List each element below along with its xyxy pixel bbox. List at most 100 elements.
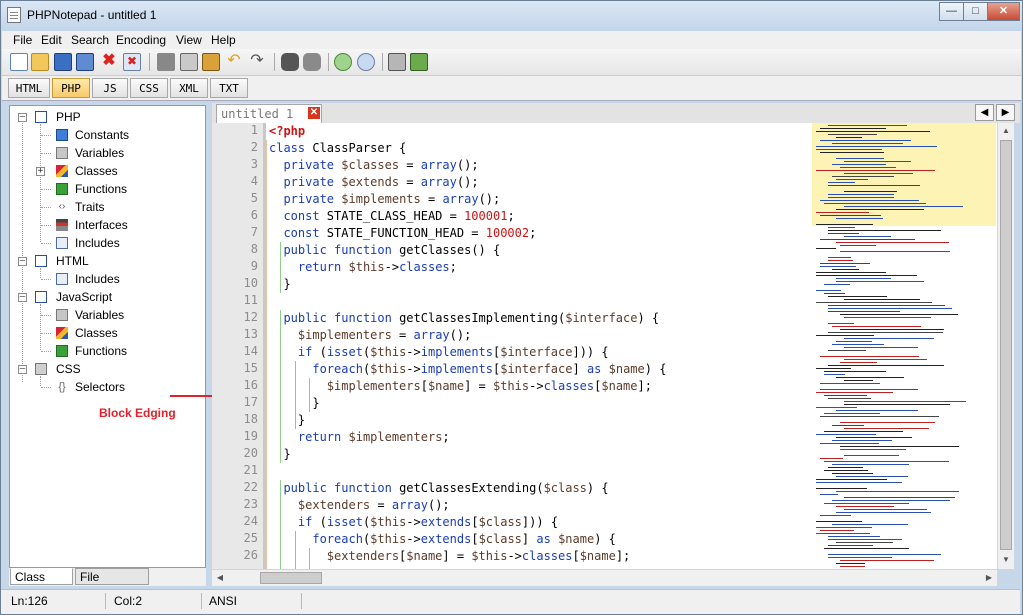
- tree-node-php[interactable]: – PHP: [10, 108, 200, 126]
- print-icon[interactable]: [388, 53, 406, 71]
- minimap-viewport[interactable]: [812, 123, 996, 226]
- line-number: 16: [243, 378, 258, 392]
- status-encoding: ANSI: [209, 594, 238, 608]
- tab-xml[interactable]: XML: [170, 78, 208, 98]
- minimap-line: [836, 281, 924, 282]
- scroll-down-icon[interactable]: ▼: [998, 552, 1014, 568]
- minimap-line: [832, 473, 873, 474]
- minimap-line: [844, 173, 913, 174]
- vertical-scrollbar[interactable]: ▲ ▼: [997, 123, 1014, 569]
- minimap-line: [832, 425, 864, 426]
- exit-icon[interactable]: [410, 53, 428, 71]
- vertical-scroll-thumb[interactable]: [1000, 140, 1012, 550]
- minimize-button[interactable]: —: [939, 2, 964, 21]
- code-minimap[interactable]: [812, 123, 996, 569]
- tab-txt[interactable]: TXT: [210, 78, 248, 98]
- close-all-icon[interactable]: ✖: [123, 53, 141, 71]
- minimap-line: [828, 545, 873, 546]
- minimap-line: [828, 230, 941, 231]
- minimap-line: [828, 194, 894, 195]
- line-number: 19: [243, 429, 258, 443]
- minimap-line: [844, 347, 918, 348]
- minimap-line: [820, 128, 886, 129]
- grey-cube-icon: [56, 147, 68, 159]
- tree-node-css[interactable]: – CSS: [10, 360, 200, 378]
- document-tab[interactable]: untitled 1 ✕: [216, 104, 322, 123]
- zoom-out-icon[interactable]: [357, 53, 375, 71]
- code-line: <?php: [269, 124, 306, 138]
- tree-node-interfaces[interactable]: Interfaces: [10, 216, 200, 234]
- collapse-icon[interactable]: –: [18, 113, 27, 122]
- tree-node-html-includes[interactable]: Includes: [10, 270, 200, 288]
- minimap-line: [832, 164, 886, 165]
- close-icon[interactable]: ✖: [100, 53, 118, 71]
- menu-encoding[interactable]: Encoding: [116, 33, 166, 47]
- collapse-icon[interactable]: –: [18, 257, 27, 266]
- horizontal-scrollbar[interactable]: ◀ ▶: [212, 569, 997, 586]
- close-tab-icon[interactable]: ✕: [308, 107, 320, 119]
- new-file-icon[interactable]: [10, 53, 28, 71]
- tree-node-functions[interactable]: Functions: [10, 180, 200, 198]
- find-icon[interactable]: [281, 53, 299, 71]
- cut-icon[interactable]: [157, 53, 175, 71]
- save-icon[interactable]: [54, 53, 72, 71]
- class-view-tree: – PHP Constants Variables + Classes Func…: [9, 105, 206, 568]
- tab-class-view[interactable]: Class View: [10, 568, 73, 601]
- tab-php[interactable]: PHP: [52, 78, 90, 98]
- tab-html[interactable]: HTML: [8, 78, 50, 98]
- redo-icon[interactable]: ↷: [248, 53, 266, 71]
- tab-css[interactable]: CSS: [130, 78, 168, 98]
- minimap-line: [828, 134, 877, 135]
- maximize-button[interactable]: □: [963, 2, 988, 21]
- scroll-left-icon[interactable]: ◀: [212, 570, 228, 586]
- horizontal-scroll-thumb[interactable]: [260, 572, 322, 584]
- minimap-line: [816, 527, 872, 528]
- line-number: 7: [250, 225, 258, 239]
- toolbar-separator: [149, 53, 150, 71]
- collapse-icon[interactable]: –: [18, 293, 27, 302]
- tab-js[interactable]: JS: [92, 78, 128, 98]
- minimap-line: [844, 380, 873, 381]
- open-folder-icon[interactable]: [31, 53, 49, 71]
- collapse-icon[interactable]: –: [18, 365, 27, 374]
- tree-node-js-variables[interactable]: Variables: [10, 306, 200, 324]
- tree-node-includes[interactable]: Includes: [10, 234, 200, 252]
- toolbar-separator: [328, 53, 329, 71]
- tree-node-classes[interactable]: + Classes: [10, 162, 200, 180]
- scroll-up-icon[interactable]: ▲: [998, 123, 1014, 139]
- tree-node-variables[interactable]: Variables: [10, 144, 200, 162]
- tree-node-html[interactable]: – HTML: [10, 252, 200, 270]
- menu-help[interactable]: Help: [211, 33, 236, 47]
- tree-node-javascript[interactable]: – JavaScript: [10, 288, 200, 306]
- replace-icon[interactable]: [303, 53, 321, 71]
- paste-icon[interactable]: [202, 53, 220, 71]
- expand-icon[interactable]: +: [36, 167, 45, 176]
- copy-icon[interactable]: [180, 53, 198, 71]
- minimap-line: [816, 368, 851, 369]
- menu-edit[interactable]: Edit: [41, 33, 62, 47]
- scroll-right-icon[interactable]: ▶: [981, 570, 997, 586]
- tree-node-constants[interactable]: Constants: [10, 126, 200, 144]
- undo-icon[interactable]: ↶: [225, 53, 243, 71]
- tab-scroll-left-icon[interactable]: ◀: [975, 104, 994, 121]
- minimap-line: [816, 131, 930, 132]
- menu-search[interactable]: Search: [71, 33, 109, 47]
- code-line: }: [269, 277, 291, 291]
- minimap-line: [828, 308, 952, 309]
- zoom-in-icon[interactable]: [334, 53, 352, 71]
- line-number: 10: [243, 276, 258, 290]
- tree-node-js-functions[interactable]: Functions: [10, 342, 200, 360]
- tree-node-traits[interactable]: ‹› Traits: [10, 198, 200, 216]
- save-all-icon[interactable]: [76, 53, 94, 71]
- minimap-line: [836, 476, 908, 477]
- code-line: $implementers = array();: [297, 328, 472, 342]
- toolbar-separator: [274, 53, 275, 71]
- menu-view[interactable]: View: [176, 33, 202, 47]
- minimap-line: [820, 215, 881, 216]
- tree-node-js-classes[interactable]: Classes: [10, 324, 200, 342]
- minimap-line: [840, 560, 934, 561]
- menu-file[interactable]: File: [13, 33, 32, 47]
- close-window-button[interactable]: ✕: [987, 2, 1020, 21]
- tab-file-explorer[interactable]: File Explorer: [75, 568, 149, 601]
- tab-scroll-right-icon[interactable]: ▶: [996, 104, 1015, 121]
